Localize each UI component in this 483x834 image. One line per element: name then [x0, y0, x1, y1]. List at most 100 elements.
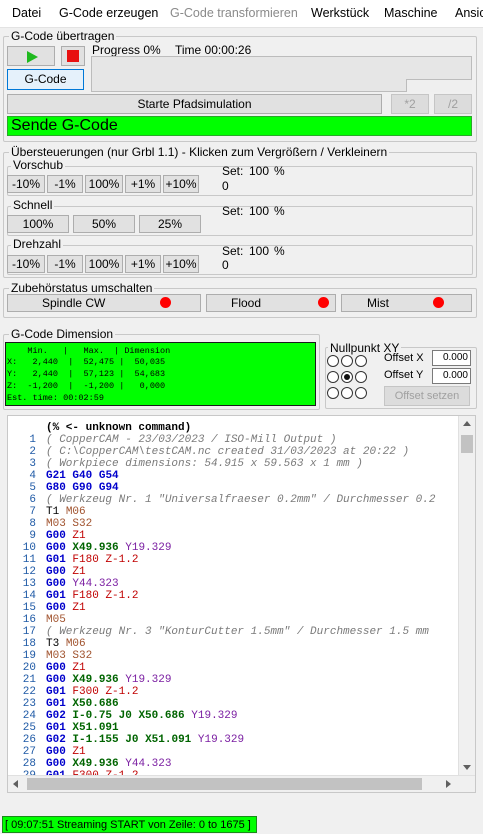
spindle-plus10-button[interactable]: +10%: [163, 255, 199, 273]
vertical-scrollbar[interactable]: [458, 416, 475, 792]
line-number: 25: [22, 722, 36, 734]
gcode-editor[interactable]: (% <- unknown command) 1 ( CopperCAM - 23/…: [7, 415, 476, 793]
line-number: 5: [29, 482, 36, 494]
menu-gcode-create[interactable]: G-Code erzeugen: [59, 6, 158, 20]
origin-radio-bottom-center[interactable]: [341, 387, 353, 399]
rapid-50-button[interactable]: 50%: [73, 215, 135, 233]
radio-selected-dot: [344, 374, 350, 380]
feed-minus1-button[interactable]: -1%: [47, 175, 83, 193]
spindle-title: Drehzahl: [11, 237, 64, 251]
code-text: T1 M06: [46, 506, 86, 518]
origin-radio-middle-right[interactable]: [355, 371, 367, 383]
offset-set-button[interactable]: Offset setzen: [384, 386, 470, 406]
offset-y-field[interactable]: 0.000: [432, 368, 471, 384]
send-status-bar: Sende G-Code: [7, 116, 472, 136]
sim-speed-multiply-button[interactable]: *2: [391, 94, 429, 114]
feed-actual-value: 0: [222, 179, 229, 193]
line-number: 19: [22, 650, 36, 662]
rapid-set-label: Set:: [222, 204, 244, 218]
dimension-panel: Min. | Max. | Dimension X: 2,440 | 52,47…: [5, 342, 316, 406]
stop-icon: [67, 50, 79, 62]
origin-radio-center[interactable]: [341, 371, 353, 383]
code-text: ( Werkzeug Nr. 3 "KonturCutter 1.5mm" / …: [46, 626, 429, 638]
dimension-y-row: Y: 2,440 | 57,123 | 54,683: [7, 369, 166, 379]
line-number: 17: [22, 626, 36, 638]
spindle-actual-value: 0: [222, 258, 229, 272]
code-text: G01 F300 Z-1.2: [46, 686, 139, 698]
horizontal-scrollbar[interactable]: [8, 775, 475, 792]
progress-bar-lower-edge: [406, 79, 472, 92]
line-number: 12: [22, 566, 36, 578]
code-text: G21 G40 G54: [46, 470, 119, 482]
feed-100-button[interactable]: 100%: [85, 175, 123, 193]
code-text: G01 X50.686: [46, 698, 119, 710]
rapid-25-button[interactable]: 25%: [139, 215, 201, 233]
mist-label: Mist: [367, 296, 389, 310]
progress-label: Progress 0%: [92, 43, 161, 57]
spindle-indicator-icon: [160, 297, 171, 308]
menu-workpiece[interactable]: Werkstück: [311, 6, 369, 20]
menu-gcode-transform[interactable]: G-Code transformieren: [170, 6, 298, 20]
code-text: G00 X49.936 Y19.329: [46, 674, 172, 686]
origin-radio-top-left[interactable]: [327, 355, 339, 367]
spindle-plus1-button[interactable]: +1%: [125, 255, 161, 273]
offset-x-field[interactable]: 0.000: [432, 350, 471, 366]
spindle-set-label: Set:: [222, 244, 244, 258]
flood-button[interactable]: Flood: [206, 294, 336, 312]
line-number: 23: [22, 698, 36, 710]
origin-radio-top-right[interactable]: [355, 355, 367, 367]
stop-button[interactable]: [61, 46, 85, 66]
start-simulation-button[interactable]: Starte Pfadsimulation: [7, 94, 382, 114]
spindle-cw-button[interactable]: Spindle CW: [7, 294, 201, 312]
origin-radio-top-center[interactable]: [341, 355, 353, 367]
feed-plus1-button[interactable]: +1%: [125, 175, 161, 193]
code-text: G00 X49.936 Y44.323: [46, 758, 172, 770]
line-number: 24: [22, 710, 36, 722]
code-text: G01 X51.091: [46, 722, 119, 734]
scroll-right-arrow-icon[interactable]: [446, 780, 451, 788]
line-number: 3: [29, 458, 36, 470]
feed-plus10-button[interactable]: +10%: [163, 175, 199, 193]
sim-speed-divide-button[interactable]: /2: [434, 94, 472, 114]
code-text: ( Werkzeug Nr. 1 "Universalfraeser 0.2mm…: [46, 494, 436, 506]
rapid-title: Schnell: [11, 198, 55, 212]
code-text: ( CopperCAM - 23/03/2023 / ISO-Mill Outp…: [46, 434, 337, 446]
scroll-up-arrow-icon[interactable]: [463, 421, 471, 426]
scroll-h-thumb[interactable]: [27, 778, 422, 790]
menu-view[interactable]: Ansic: [455, 6, 483, 20]
feed-minus10-button[interactable]: -10%: [7, 175, 45, 193]
play-button[interactable]: [7, 46, 55, 66]
line-number: 7: [29, 506, 36, 518]
menu-machine[interactable]: Maschine: [384, 6, 438, 20]
spindle-100-button[interactable]: 100%: [85, 255, 123, 273]
mist-indicator-icon: [433, 297, 444, 308]
scroll-left-arrow-icon[interactable]: [13, 780, 18, 788]
rapid-100-button[interactable]: 100%: [7, 215, 69, 233]
origin-radio-middle-left[interactable]: [327, 371, 339, 383]
spindle-minus10-button[interactable]: -10%: [7, 255, 45, 273]
transfer-group-title: G-Code übertragen: [9, 29, 117, 43]
code-text: ( C:\CopperCAM\testCAM.nc created 31/03/…: [46, 446, 410, 458]
line-number: 10: [22, 542, 36, 554]
dimension-header: Min. | Max. | Dimension: [7, 346, 171, 356]
line-number: 28: [22, 758, 36, 770]
flood-indicator-icon: [318, 297, 329, 308]
code-text: T3 M06: [46, 638, 86, 650]
menu-file[interactable]: Datei: [12, 6, 41, 20]
origin-radio-bottom-right[interactable]: [355, 387, 367, 399]
spindle-set-unit: %: [274, 244, 285, 258]
line-number: 9: [29, 530, 36, 542]
code-text: G80 G90 G94: [46, 482, 119, 494]
spindle-minus1-button[interactable]: -1%: [47, 255, 83, 273]
origin-radio-bottom-left[interactable]: [327, 387, 339, 399]
mist-button[interactable]: Mist: [341, 294, 472, 312]
origin-radio-grid: [327, 355, 369, 399]
scroll-down-arrow-icon[interactable]: [463, 765, 471, 770]
gcode-button[interactable]: G-Code: [7, 69, 84, 90]
spindle-cw-label: Spindle CW: [42, 296, 106, 310]
scroll-thumb[interactable]: [461, 435, 473, 453]
offset-y-label: Offset Y: [384, 369, 424, 381]
offset-x-label: Offset X: [384, 352, 424, 364]
code-text: G02 I-0.75 J0 X50.686 Y19.329: [46, 710, 238, 722]
code-text: M03 S32: [46, 518, 93, 530]
